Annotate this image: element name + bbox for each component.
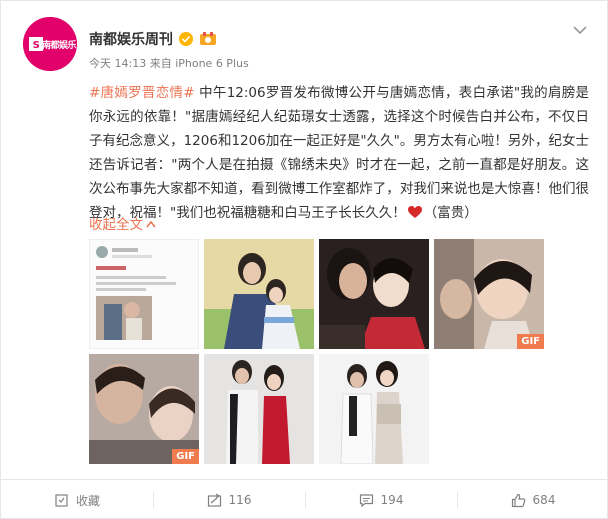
photo-costume-couple	[204, 239, 314, 349]
avatar-logo: S 南都娱乐	[23, 17, 77, 71]
post-body: #唐嫣罗晋恋情# 中午12:06罗晋发布微博公开与唐嫣恋情，表白承诺"我的肩膀是…	[89, 81, 589, 225]
favorite-label: 收藏	[75, 493, 100, 508]
action-bar: 收藏 116 194 684	[1, 480, 608, 519]
repost-count: 116	[228, 493, 252, 507]
image-thumbnail-5[interactable]: GIF	[89, 354, 199, 464]
image-thumbnail-3[interactable]	[319, 239, 429, 349]
favorite-icon	[55, 493, 68, 507]
author-name[interactable]: 南都娱乐周刊	[89, 29, 173, 49]
gif-badge: GIF	[172, 449, 199, 464]
heart-icon	[407, 206, 422, 218]
gif-badge: GIF	[517, 334, 544, 349]
post-header: S 南都娱乐 南都娱乐周刊 今天 14:13 来自 iPhone 6 Plus	[23, 17, 563, 75]
image-thumbnail-4[interactable]: GIF	[434, 239, 544, 349]
verified-icon	[179, 32, 193, 46]
chevron-up-icon	[146, 220, 156, 228]
level-badge-icon[interactable]	[199, 32, 217, 46]
favorite-button[interactable]: 收藏	[1, 480, 153, 519]
repost-button[interactable]: 116	[153, 480, 305, 519]
like-button[interactable]: 684	[457, 480, 608, 519]
author-name-row: 南都娱乐周刊	[89, 29, 217, 49]
repost-icon	[207, 493, 221, 507]
like-icon	[511, 493, 525, 507]
like-count: 684	[532, 493, 556, 507]
chevron-down-icon[interactable]	[571, 23, 589, 37]
photo-gif-1	[434, 239, 544, 349]
svg-text:S: S	[33, 40, 40, 51]
topic-link[interactable]: #唐嫣罗晋恋情#	[89, 85, 195, 101]
avatar[interactable]: S 南都娱乐	[23, 17, 77, 71]
image-thumbnail-1[interactable]	[89, 239, 199, 349]
svg-text:南都娱乐: 南都娱乐	[42, 39, 77, 51]
collapse-button[interactable]: 收起全文	[89, 213, 156, 233]
post-text-end: （富贵）	[423, 205, 478, 221]
image-grid: GIF GIF	[89, 239, 545, 467]
photo-gif-2	[89, 354, 199, 464]
photo-embrace	[319, 239, 429, 349]
weibo-post-card: S 南都娱乐 南都娱乐周刊 今天 14:13 来自 iPhone 6 Plus …	[0, 0, 608, 519]
photo-red-dress	[204, 354, 314, 464]
image-thumbnail-2[interactable]	[204, 239, 314, 349]
collapse-label: 收起全文	[89, 217, 143, 233]
photo-white-outfits	[319, 354, 429, 464]
comment-count: 194	[380, 493, 404, 507]
post-text: 中午12:06罗晋发布微博公开与唐嫣恋情，表白承诺"我的肩膀是你永远的依靠！"据…	[89, 85, 590, 221]
image-thumbnail-6[interactable]	[204, 354, 314, 464]
comment-icon	[359, 493, 373, 507]
screenshot-thumb	[90, 240, 198, 348]
comment-button[interactable]: 194	[305, 480, 457, 519]
image-thumbnail-7[interactable]	[319, 354, 429, 464]
post-meta: 今天 14:13 来自 iPhone 6 Plus	[89, 57, 249, 70]
